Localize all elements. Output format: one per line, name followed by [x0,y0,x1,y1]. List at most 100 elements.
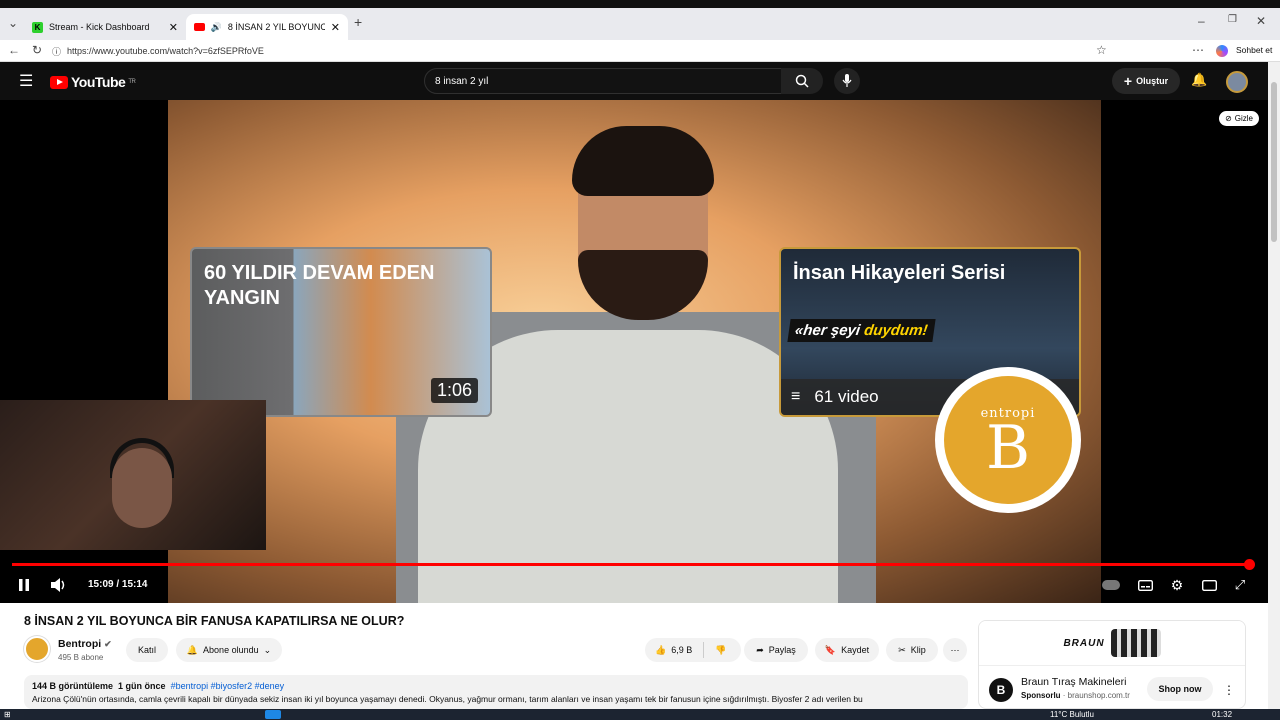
channel-name[interactable]: Bentropi ✔ [58,638,112,650]
volume-icon[interactable] [50,576,68,594]
more-menu-icon[interactable]: ⋯ [1192,43,1204,57]
new-tab-icon[interactable]: + [354,14,362,30]
card-duration: 1:06 [430,378,478,403]
favorite-star-icon[interactable]: ☆ [1096,43,1107,57]
back-icon[interactable]: ← [8,43,20,57]
thumbs-down-icon[interactable]: 👎 [715,645,726,656]
youtube-favicon-icon [194,23,205,31]
logo-big-letter: B [985,413,1031,483]
kick-favicon-icon: K [32,21,43,33]
share-button[interactable]: ➦ Paylaş [744,638,808,662]
browser-tab-bar: ⌄ K Stream - Kick Dashboard ✕ 🔊 8 İNSAN … [0,0,1280,40]
hashtags[interactable]: #bentropi #biyosfer2 #deney [171,681,285,691]
tab-list-icon[interactable]: ⌄ [8,16,18,30]
subscribed-button[interactable]: 🔔 Abone olundu ⌄ [176,638,282,662]
tag-text-b: duydum! [863,322,929,339]
divider [703,642,705,658]
speaker-icon[interactable]: 🔊 [211,22,222,33]
search-icon [795,74,809,88]
chat-button[interactable]: Sohbet et [1236,45,1272,55]
close-tab-icon[interactable]: ✕ [169,21,178,34]
upload-age: 1 gün önce [118,681,166,691]
end-screen-video-card[interactable]: 60 YILDIR DEVAM EDEN YANGIN 1:06 [190,247,492,417]
create-label: Oluştur [1136,76,1169,86]
video-info-section: 8 İNSAN 2 YIL BOYUNCA BİR FANUSA KAPATIL… [0,603,1268,709]
video-player[interactable]: 60 YILDIR DEVAM EDEN YANGIN 1:06 İnsan H… [0,100,1268,603]
settings-gear-icon[interactable]: ⚙ [1168,576,1186,594]
ad-sponsor-line: Sponsorlu · braunshop.com.tr [1021,691,1130,700]
playlist-icon: ≡ [791,388,801,405]
chevron-down-icon: ⌄ [263,644,272,655]
url-field[interactable]: ⓘ https://www.youtube.com/watch?v=6zfSEP… [52,43,1112,59]
presenter-beard [578,250,708,320]
tab-kick-dashboard[interactable]: K Stream - Kick Dashboard ✕ [24,14,186,40]
subtitles-icon[interactable] [1136,576,1154,594]
share-label: Paylaş [768,645,796,655]
subscribed-label: Abone olundu [203,645,259,655]
shaver-product-image [1110,629,1161,657]
bookmark-icon: 🔖 [824,644,837,655]
scrubber-handle[interactable] [1243,559,1255,570]
card-tag: «her şeyi duydum! [787,319,936,342]
progress-bar[interactable] [12,559,1255,570]
restore-icon[interactable]: ❐ [1228,14,1237,25]
like-count: 6,9 B [671,645,693,655]
voice-search-button[interactable] [834,68,860,94]
youtube-logo[interactable]: YouTube TR [50,74,136,90]
address-bar-row: ← ↻ ⓘ https://www.youtube.com/watch?v=6z… [0,40,1280,62]
tab-label: 8 İNSAN 2 YIL BOYUNCA BİR [227,22,325,32]
close-window-icon[interactable]: ✕ [1256,14,1266,28]
plus-icon: + [1123,73,1133,89]
close-tab-icon[interactable]: ✕ [331,21,340,34]
save-button[interactable]: 🔖 Kaydet [815,638,879,662]
clip-button[interactable]: ✂ Klip [886,638,938,662]
card-title: İnsan Hikayeleri Serisi [793,262,1006,284]
youtube-play-icon [50,75,68,89]
ad-menu-icon[interactable]: ⋮ [1223,683,1235,697]
more-actions-button[interactable]: ⋯ [943,638,967,662]
playlist-count: 61 video [814,387,879,406]
page-scrollbar[interactable] [1268,62,1280,709]
fullscreen-icon[interactable]: ⤢ [1231,576,1249,594]
pause-icon[interactable] [15,576,33,594]
windows-start-icon[interactable]: ⊞ [4,710,11,719]
save-label: Kaydet [841,645,870,655]
create-button[interactable]: + Oluştur [1112,68,1180,94]
bell-icon: 🔔 [186,644,199,655]
hide-cards-button[interactable]: ⊘ Gizle [1219,111,1259,126]
eye-off-icon: ⊘ [1225,114,1232,123]
scrollbar-thumb[interactable] [1271,82,1277,242]
scissors-icon: ✂ [898,644,906,655]
minimize-icon[interactable]: – [1198,14,1205,28]
search-input[interactable]: 8 insan 2 yıl [424,68,782,94]
reload-icon[interactable]: ↻ [32,43,42,57]
tag-text-a: her şeyi [802,322,862,339]
like-button[interactable]: 👍 6,9 B [655,645,692,656]
shop-now-button[interactable]: Shop now [1147,677,1213,701]
share-icon: ➦ [756,644,764,655]
autoplay-toggle[interactable] [1102,576,1120,594]
weather-desc: Bulutlu [1069,710,1094,719]
tab-youtube-video[interactable]: 🔊 8 İNSAN 2 YIL BOYUNCA BİR ✕ [186,14,348,40]
channel-avatar[interactable] [24,636,50,662]
video-title: 8 İNSAN 2 YIL BOYUNCA BİR FANUSA KAPATIL… [24,614,405,628]
region-code: TR [128,79,136,85]
search-button[interactable] [781,68,823,94]
windows-taskbar: ⊞ 11°C Bulutlu 01:32 [0,709,1280,720]
avatar[interactable] [1226,71,1248,93]
menu-icon[interactable]: ☰ [19,71,33,91]
player-controls: 15:09 / 15:14 ⚙ ⤢ [0,572,1268,598]
description-box[interactable]: 144 B görüntüleme 1 gün önce #bentropi #… [24,675,968,709]
clock: 01:32 [1212,710,1233,719]
verified-icon: ✔ [104,639,112,649]
site-info-icon[interactable]: ⓘ [52,45,61,58]
sponsored-ad-card[interactable]: BRAUN B Braun Tıraş Makineleri Sponsorlu… [978,620,1246,709]
join-button[interactable]: Katıl [126,638,168,662]
weather-widget[interactable]: 11°C Bulutlu [1050,710,1094,719]
channel-subscribe-watermark[interactable]: entropi B [935,367,1081,513]
notifications-bell-icon[interactable]: 🔔 [1191,72,1207,88]
theater-mode-icon[interactable] [1200,576,1218,594]
copilot-icon[interactable] [1216,45,1228,57]
like-dislike-group: 👍 6,9 B 👎 [645,638,741,662]
edge-browser-icon[interactable] [265,710,281,719]
